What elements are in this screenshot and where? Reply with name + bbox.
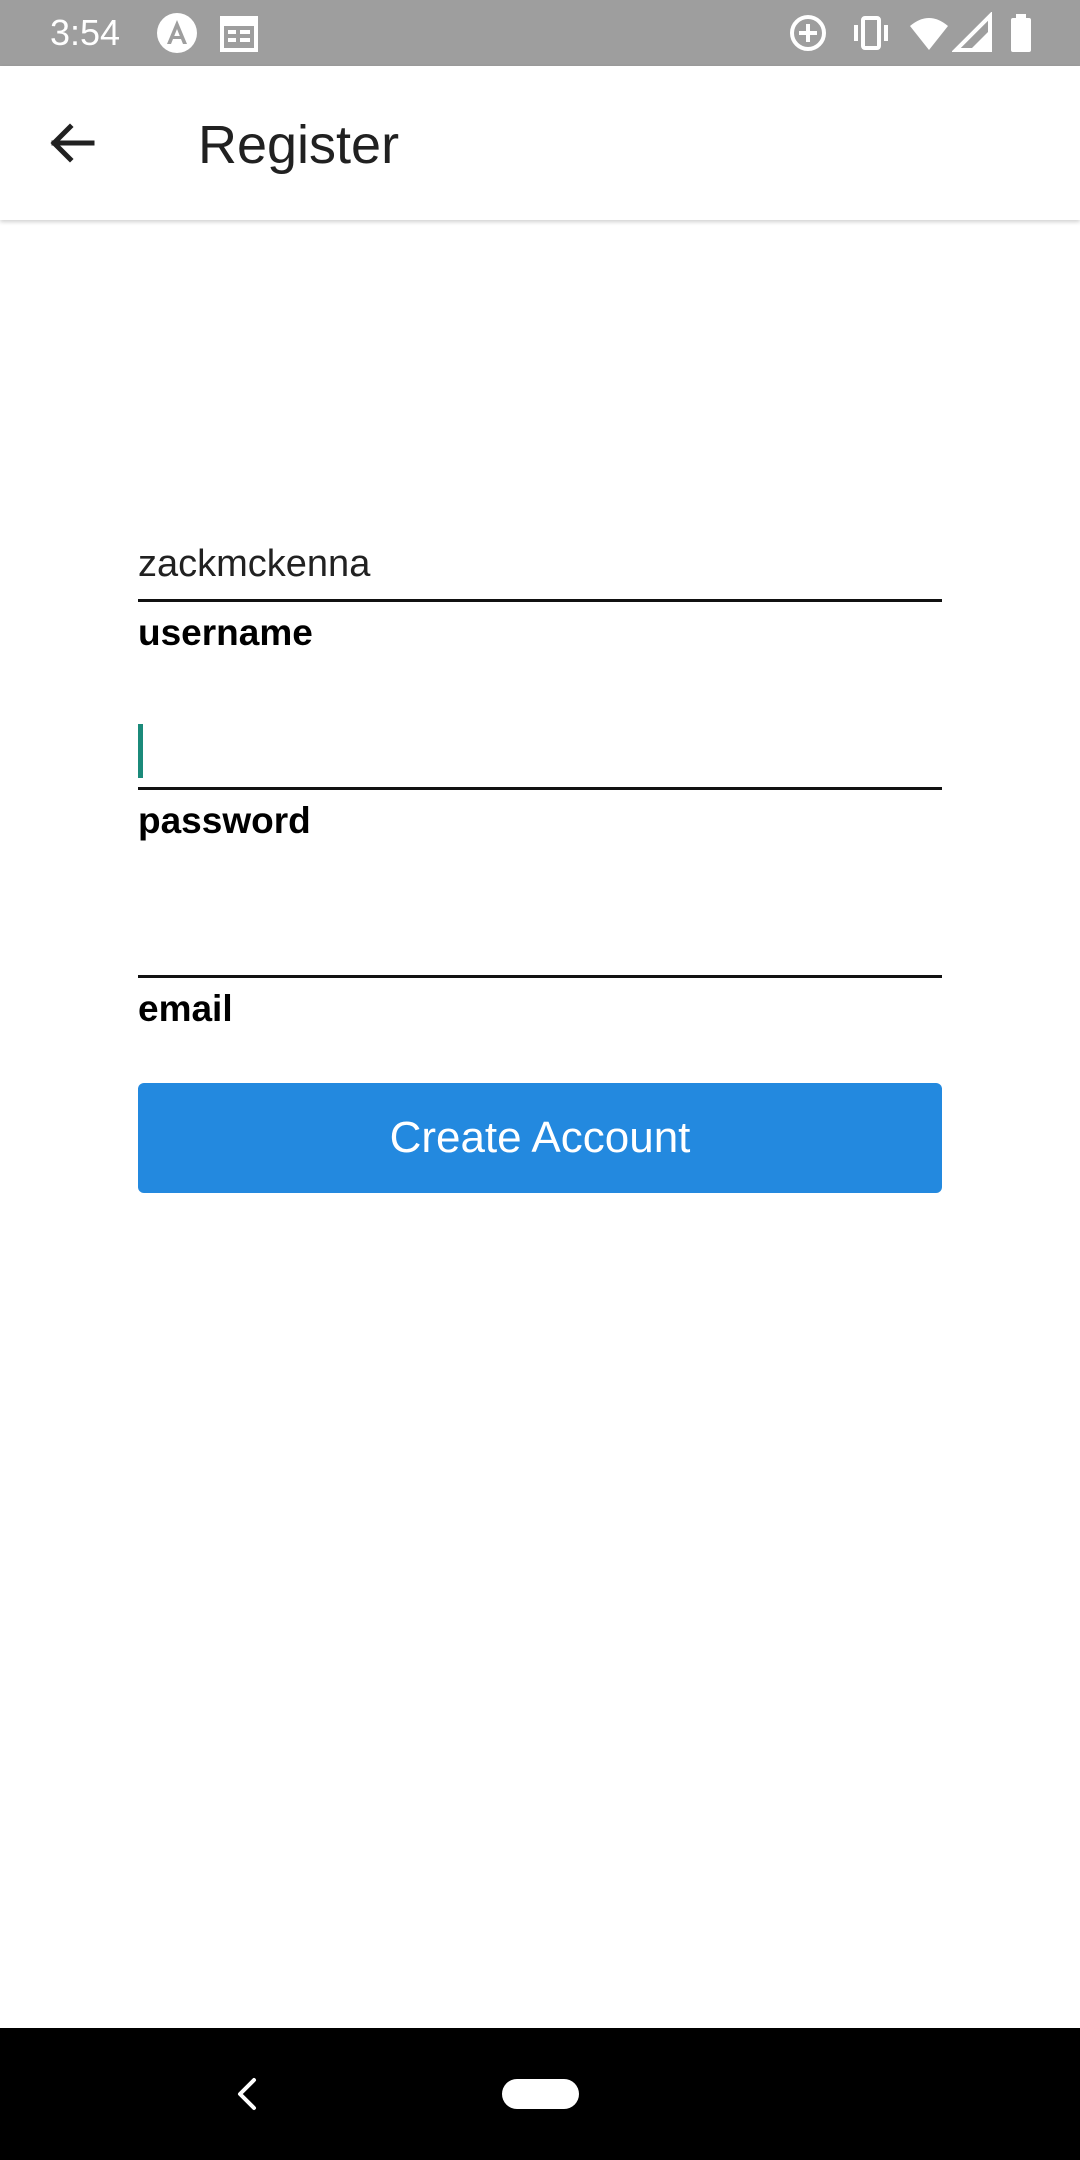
arrow-left-icon <box>50 123 95 163</box>
home-pill-icon[interactable] <box>502 2079 579 2109</box>
battery-icon <box>1000 12 1042 54</box>
signal-icon <box>952 12 994 54</box>
system-nav-bar <box>0 2028 1080 2160</box>
password-input[interactable] <box>138 708 942 790</box>
nav-back-icon[interactable] <box>222 2068 274 2120</box>
angular-icon <box>156 12 198 54</box>
password-field: password <box>138 708 942 896</box>
data-saver-icon <box>787 12 829 54</box>
vibrate-icon <box>850 12 892 54</box>
text-cursor <box>138 724 143 778</box>
username-input[interactable]: zackmckenna <box>138 520 942 602</box>
calendar-icon <box>218 12 260 54</box>
register-form: zackmckenna username password email <box>138 520 942 1084</box>
email-field: email <box>138 896 942 1084</box>
email-input[interactable] <box>138 896 942 978</box>
register-screen: 3:54 Register zackmckenna username passw… <box>0 0 1080 2160</box>
email-label: email <box>138 988 233 1029</box>
page-title: Register <box>198 115 400 175</box>
app-bar: Register <box>0 66 1080 220</box>
wifi-icon <box>908 12 950 54</box>
username-field: zackmckenna username <box>138 520 942 708</box>
create-account-button[interactable]: Create Account <box>138 1083 942 1193</box>
username-label: username <box>138 612 313 653</box>
password-label: password <box>138 800 311 841</box>
status-bar: 3:54 <box>0 0 1080 66</box>
back-button[interactable] <box>28 99 116 187</box>
status-time: 3:54 <box>50 12 121 53</box>
